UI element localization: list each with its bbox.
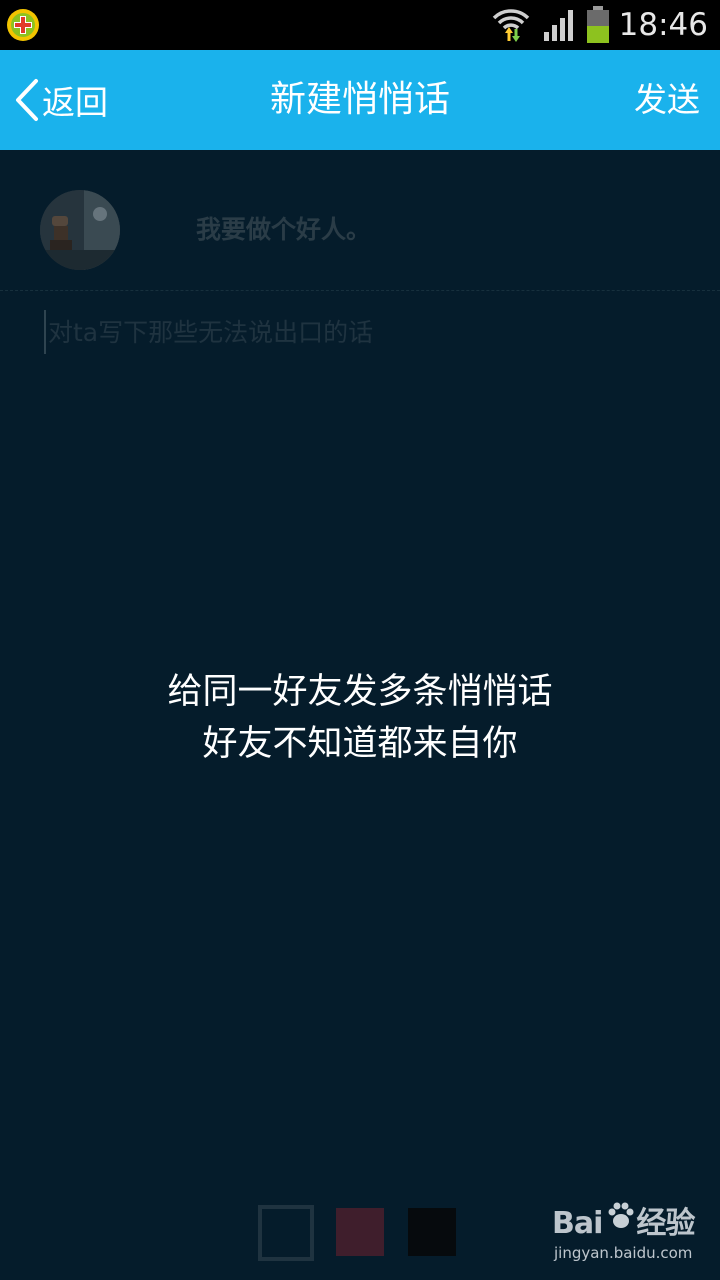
hint-line-2: 好友不知道都来自你 [202, 724, 518, 764]
message-input[interactable] [44, 310, 688, 354]
chevron-left-icon [16, 79, 38, 121]
recipient-row: 我要做个好人。 [0, 150, 720, 291]
color-swatch-maroon[interactable] [336, 1208, 384, 1256]
color-swatch-black[interactable] [408, 1208, 456, 1256]
add-app-icon [7, 9, 39, 41]
recipient-name: 我要做个好人。 [196, 215, 372, 244]
status-time: 18:46 [618, 7, 708, 43]
cell-signal-icon [544, 10, 573, 41]
status-bar: 18:46 [0, 0, 720, 50]
avatar-image [40, 190, 120, 270]
wifi-icon [492, 9, 530, 42]
avatar[interactable] [40, 190, 120, 270]
baidu-watermark: Bai 经验 jingyan.baidu.com [552, 1198, 712, 1270]
hint-text: 给同一好友发多条悄悄话 好友不知道都来自你 [0, 666, 720, 770]
back-button[interactable]: 返回 [14, 50, 108, 150]
title-bar: 新建悄悄话 返回 发送 [0, 50, 720, 150]
back-label: 返回 [42, 83, 108, 122]
paw-icon [608, 1202, 634, 1228]
color-swatch-navy[interactable] [258, 1205, 314, 1261]
page-title: 新建悄悄话 [269, 79, 450, 120]
send-button[interactable]: 发送 [634, 50, 700, 150]
hint-line-1: 给同一好友发多条悄悄话 [167, 672, 553, 712]
battery-icon [587, 6, 609, 43]
watermark-url: jingyan.baidu.com [554, 1244, 693, 1262]
screen: 18:46 新建悄悄话 返回 发送 我要做个好人。 对ta写下那些无法说出口的话… [0, 0, 720, 1280]
